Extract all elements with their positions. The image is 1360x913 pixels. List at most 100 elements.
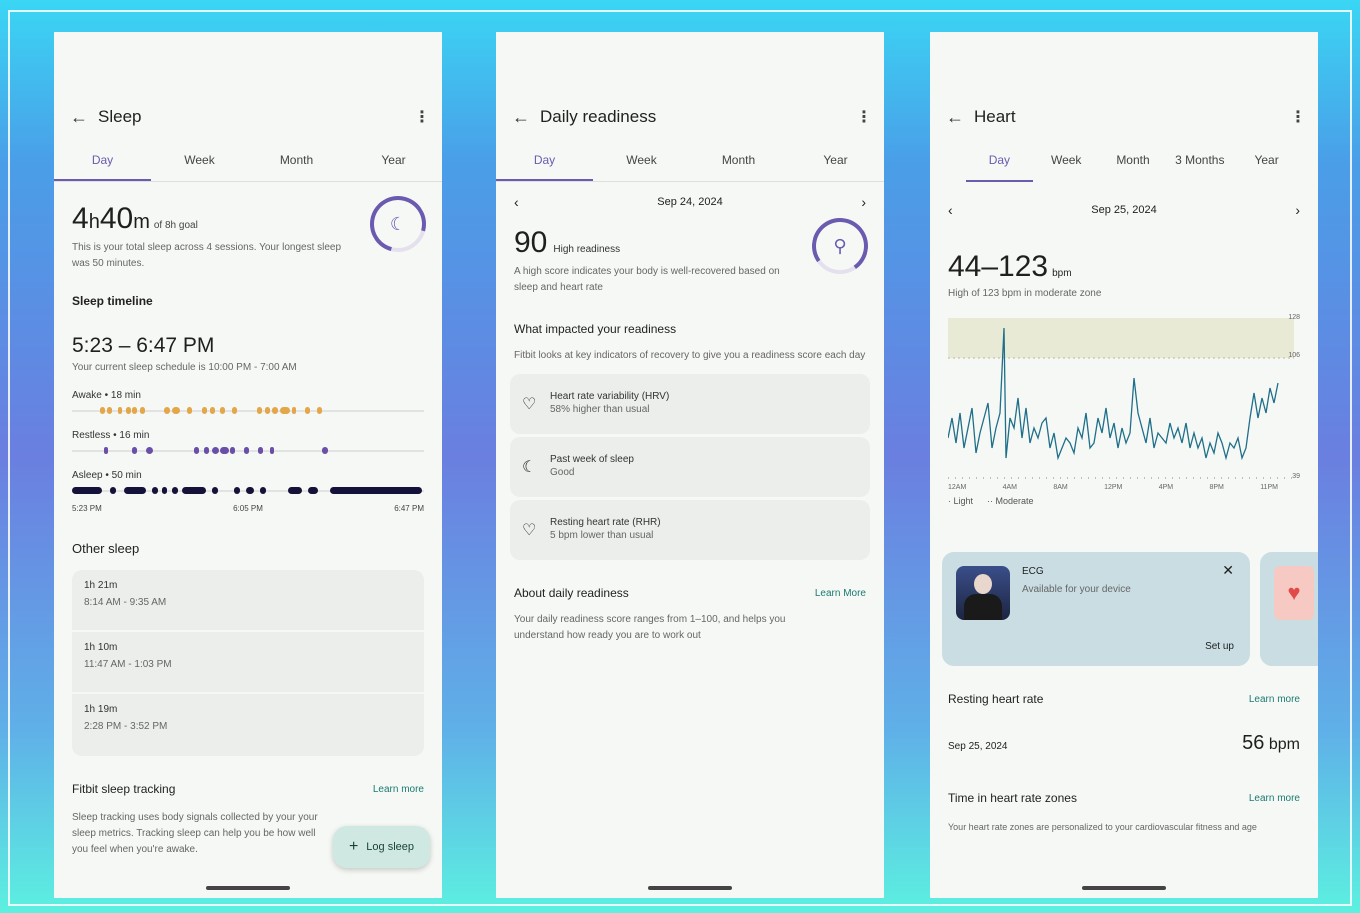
sleep-stage-segment — [182, 487, 206, 494]
date-label: Sep 24, 2024 — [657, 196, 723, 208]
heart-icon: ♡ — [522, 396, 537, 413]
status-bar — [930, 32, 1318, 92]
zones-title: Time in heart rate zones — [948, 791, 1077, 805]
setup-button[interactable]: Set up — [1205, 641, 1234, 652]
impact-item[interactable]: ♡ Heart rate variability (HRV) 58% highe… — [510, 374, 870, 434]
sleep-stage-segment — [194, 447, 199, 454]
learn-more-link[interactable]: Learn more — [1249, 793, 1300, 804]
y-mid-label: 106 — [1288, 352, 1300, 359]
sleep-schedule: Your current sleep schedule is 10:00 PM … — [72, 362, 297, 373]
tab-day[interactable]: Day — [54, 142, 151, 181]
other-sleep-list: 1h 21m 8:14 AM - 9:35 AM 1h 10m 11:47 AM… — [72, 570, 424, 756]
sleep-stage-segment — [132, 407, 137, 414]
period-tabs: Day Week Month Year — [54, 142, 442, 182]
sleep-stage-segment — [246, 487, 254, 494]
tab-month[interactable]: Month — [1100, 142, 1167, 182]
sleep-goal-ring: ☾ — [359, 185, 437, 263]
tab-3-months[interactable]: 3 Months — [1166, 142, 1233, 182]
app-bar: ← Sleep ⋮ — [54, 92, 442, 142]
other-sleep-duration: 1h 21m — [84, 580, 118, 591]
page-title: Daily readiness — [540, 107, 657, 126]
x-label: 11PM — [1260, 484, 1278, 491]
sleep-timeline-title: Sleep timeline — [72, 294, 153, 308]
log-sleep-button[interactable]: + Log sleep — [332, 826, 430, 868]
sleep-range: 5:23 – 6:47 PM — [72, 334, 215, 357]
more-options-icon[interactable]: ⋮ — [856, 107, 872, 127]
sleep-stage-segment — [257, 407, 262, 414]
date-navigator: ‹ Sep 24, 2024 › — [496, 182, 884, 210]
legend-moderate-label: Moderate — [995, 496, 1034, 506]
rhr-title: Resting heart rate — [948, 692, 1044, 706]
legend-moderate: ·· Moderate — [987, 496, 1034, 506]
period-tabs: Day Week Month 3 Months Year — [930, 142, 1318, 182]
awake-track — [72, 404, 424, 418]
log-sleep-label: Log sleep — [366, 841, 414, 853]
x-label: 8PM — [1209, 484, 1224, 491]
learn-more-link[interactable]: Learn more — [373, 784, 424, 795]
ecg-card[interactable]: ECG Available for your device ✕ Set up — [942, 552, 1250, 666]
back-arrow-icon[interactable]: ← — [946, 107, 974, 128]
tab-week[interactable]: Week — [593, 142, 690, 181]
sleep-stage-segment — [260, 487, 266, 494]
prev-day-icon[interactable]: ‹ — [948, 202, 953, 218]
learn-more-link[interactable]: Learn more — [1249, 694, 1300, 705]
sleep-stage-segment — [126, 407, 131, 414]
x-label: 4AM — [1002, 484, 1018, 491]
tab-year[interactable]: Year — [787, 142, 884, 181]
impact-item[interactable]: ☾ Past week of sleep Good — [510, 437, 870, 497]
sleep-stage-segment — [270, 447, 274, 454]
readiness-desc: A high score indicates your body is well… — [514, 266, 780, 293]
readiness-screen: ← Daily readiness ⋮ Day Week Month Year … — [496, 32, 884, 898]
sleep-minutes: 40 — [99, 202, 134, 235]
tab-day[interactable]: Day — [966, 142, 1033, 182]
heart-screen: ← Heart ⋮ Day Week Month 3 Months Year ‹… — [930, 32, 1318, 898]
more-options-icon[interactable]: ⋮ — [414, 107, 430, 127]
tab-day[interactable]: Day — [496, 142, 593, 181]
sleep-stage-segment — [220, 447, 229, 454]
about-header: About daily readiness Learn More — [514, 586, 866, 600]
timeline-axis: 5:23 PM 6:05 PM 6:47 PM — [72, 504, 424, 513]
impact-item[interactable]: ♡ Resting heart rate (RHR) 5 bpm lower t… — [510, 500, 870, 560]
gesture-bar — [206, 886, 290, 890]
sleep-screen: ← Sleep ⋮ Day Week Month Year 4 h 40 m o… — [54, 32, 442, 898]
sleep-stage-segment — [118, 407, 122, 414]
impact-item-title: Resting heart rate (RHR) — [550, 516, 661, 528]
other-sleep-item[interactable]: 1h 10m 11:47 AM - 1:03 PM — [72, 632, 424, 694]
sleep-stage-segment — [230, 447, 235, 454]
other-sleep-item[interactable]: 1h 21m 8:14 AM - 9:35 AM — [72, 570, 424, 632]
back-arrow-icon[interactable]: ← — [512, 107, 540, 128]
tab-month[interactable]: Month — [248, 142, 345, 181]
learn-more-link[interactable]: Learn More — [815, 588, 866, 599]
more-options-icon[interactable]: ⋮ — [1290, 107, 1306, 127]
page-title: Heart — [974, 107, 1016, 126]
next-card[interactable]: ♥ — [1260, 552, 1318, 666]
x-label: 8AM — [1053, 484, 1068, 491]
period-tabs: Day Week Month Year — [496, 142, 884, 182]
next-day-icon[interactable]: › — [1295, 202, 1300, 218]
y-max-label: 128 — [1288, 314, 1300, 321]
sleep-stage-segment — [110, 487, 116, 494]
close-icon[interactable]: ✕ — [1222, 562, 1234, 579]
heart-unit: bpm — [1052, 268, 1072, 279]
prev-day-icon[interactable]: ‹ — [514, 194, 519, 210]
other-sleep-item[interactable]: 1h 19m 2:28 PM - 3:52 PM — [72, 694, 424, 756]
tab-year[interactable]: Year — [1233, 142, 1300, 182]
tab-month[interactable]: Month — [690, 142, 787, 181]
tab-week[interactable]: Week — [151, 142, 248, 181]
tracking-text: Sleep tracking uses body signals collect… — [72, 812, 318, 855]
heart-chart: 128 106 39 12AM 4AM 8AM 12PM 4PM 8PM 11P… — [948, 314, 1300, 508]
sleep-stage-segment — [292, 407, 296, 414]
heart-badge-icon: ♥ — [1274, 566, 1314, 620]
back-arrow-icon[interactable]: ← — [70, 107, 98, 128]
date-navigator: ‹ Sep 25, 2024 › — [930, 182, 1318, 218]
chart-legend: · Light ·· Moderate — [948, 496, 1034, 506]
next-day-icon[interactable]: › — [861, 194, 866, 210]
heart-rate-graph — [948, 318, 1294, 479]
sleep-stage-segment — [187, 407, 192, 414]
impact-title: What impacted your readiness — [514, 322, 677, 336]
minutes-unit: m — [133, 211, 150, 233]
other-sleep-duration: 1h 19m — [84, 704, 118, 715]
sleep-stage-segment — [330, 487, 422, 494]
tab-week[interactable]: Week — [1033, 142, 1100, 182]
tab-year[interactable]: Year — [345, 142, 442, 181]
